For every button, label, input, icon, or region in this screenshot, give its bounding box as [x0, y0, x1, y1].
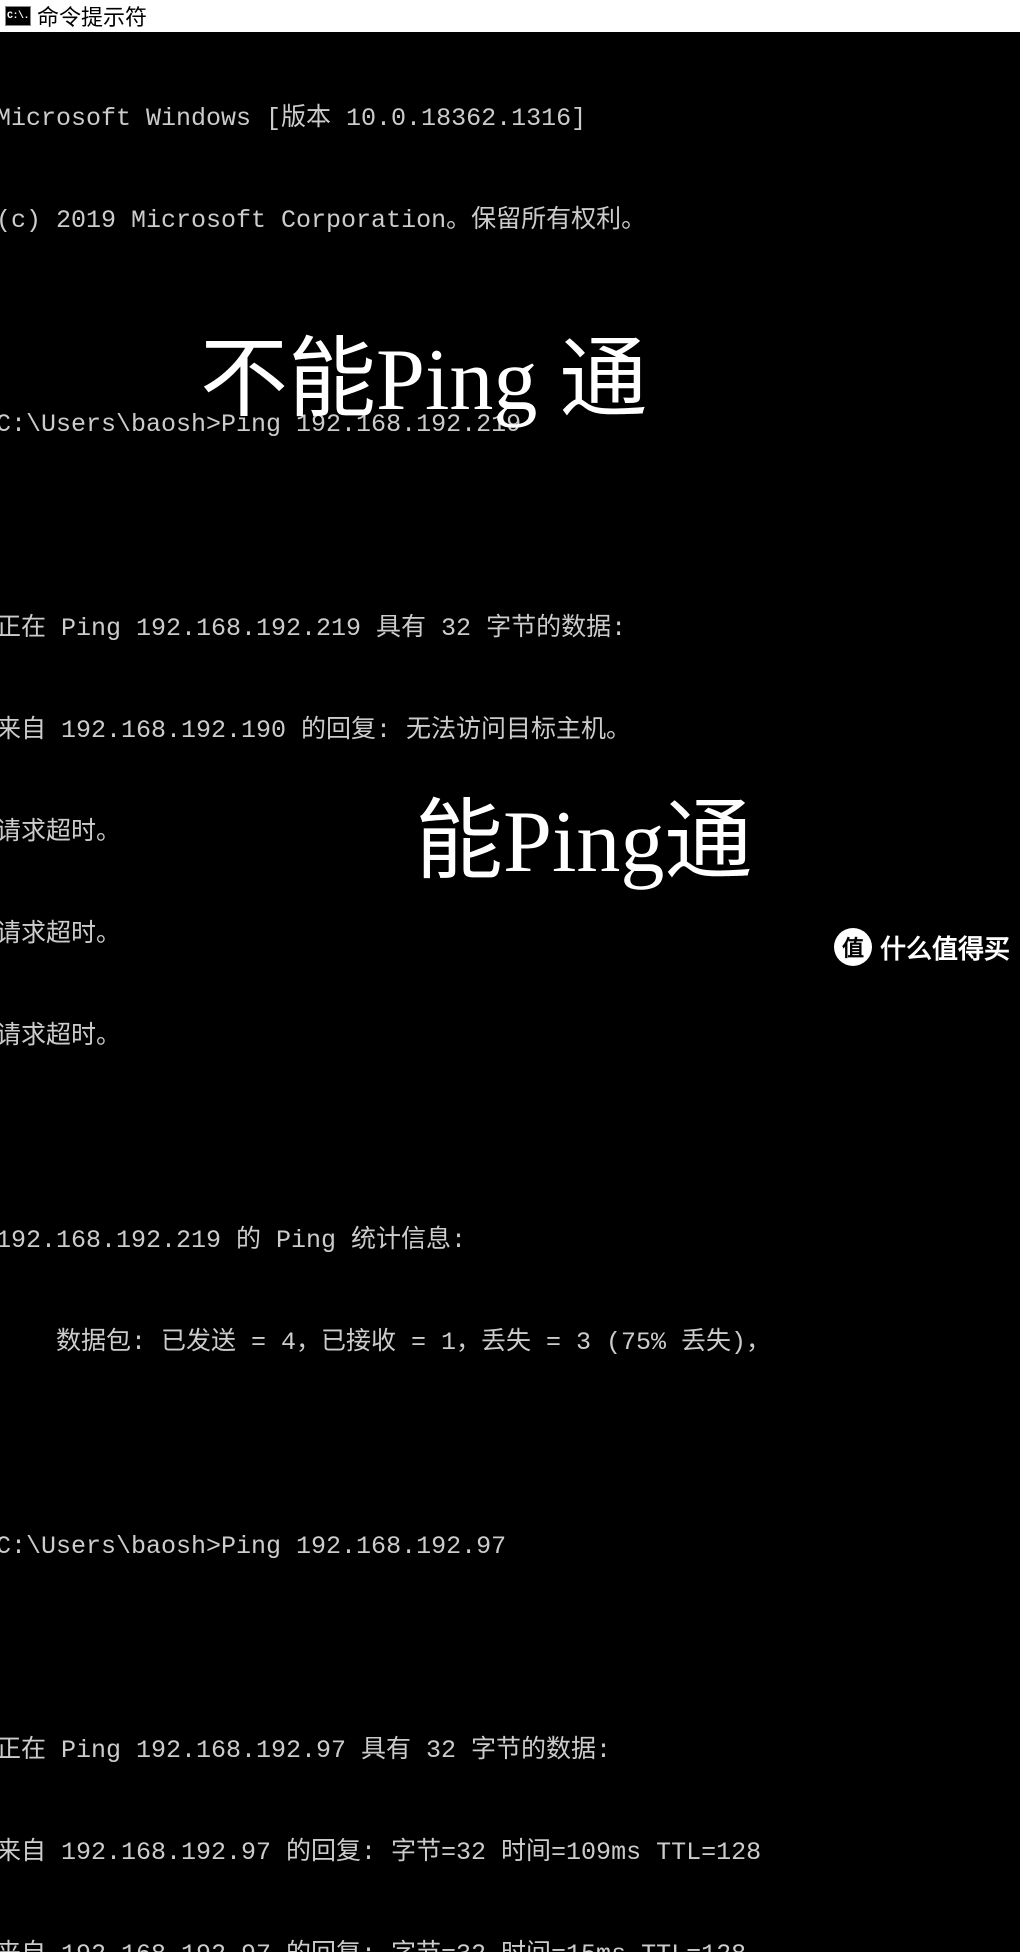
window-title: 命令提示符 [37, 0, 147, 32]
output-line: 来自 192.168.192.97 的回复: 字节=32 时间=15ms TTL… [0, 1938, 1016, 1952]
output-line: 来自 192.168.192.190 的回复: 无法访问目标主机。 [0, 714, 1016, 748]
output-line: 来自 192.168.192.97 的回复: 字节=32 时间=109ms TT… [0, 1836, 1016, 1870]
window-title-bar[interactable]: C:\. 命令提示符 [0, 0, 1020, 32]
output-line [0, 1122, 1016, 1156]
watermark-badge-icon: 值 [834, 928, 872, 966]
output-line [0, 1428, 1016, 1462]
output-line: Microsoft Windows [版本 10.0.18362.1316] [0, 102, 1016, 136]
watermark-text: 什么值得买 [880, 929, 1010, 966]
output-line: 请求超时。 [0, 816, 1016, 850]
output-line: 正在 Ping 192.168.192.219 具有 32 字节的数据: [0, 612, 1016, 646]
watermark: 值 什么值得买 [834, 928, 1010, 966]
cmd-icon: C:\. [5, 6, 31, 26]
prompt-line: C:\Users\baosh>Ping 192.168.192.97 [0, 1530, 1016, 1564]
output-line: 请求超时。 [0, 1020, 1016, 1054]
output-line: 192.168.192.219 的 Ping 统计信息: [0, 1224, 1016, 1258]
prompt-line: C:\Users\baosh>Ping 192.168.192.219 [0, 408, 1016, 442]
output-line: 数据包: 已发送 = 4，已接收 = 1，丢失 = 3 (75% 丢失)， [0, 1326, 1016, 1360]
output-line [0, 1632, 1016, 1666]
output-line: 正在 Ping 192.168.192.97 具有 32 字节的数据: [0, 1734, 1016, 1768]
terminal-output[interactable]: Microsoft Windows [版本 10.0.18362.1316] (… [0, 32, 1016, 1952]
output-line [0, 510, 1016, 544]
output-line: (c) 2019 Microsoft Corporation。保留所有权利。 [0, 204, 1016, 238]
output-line [0, 306, 1016, 340]
